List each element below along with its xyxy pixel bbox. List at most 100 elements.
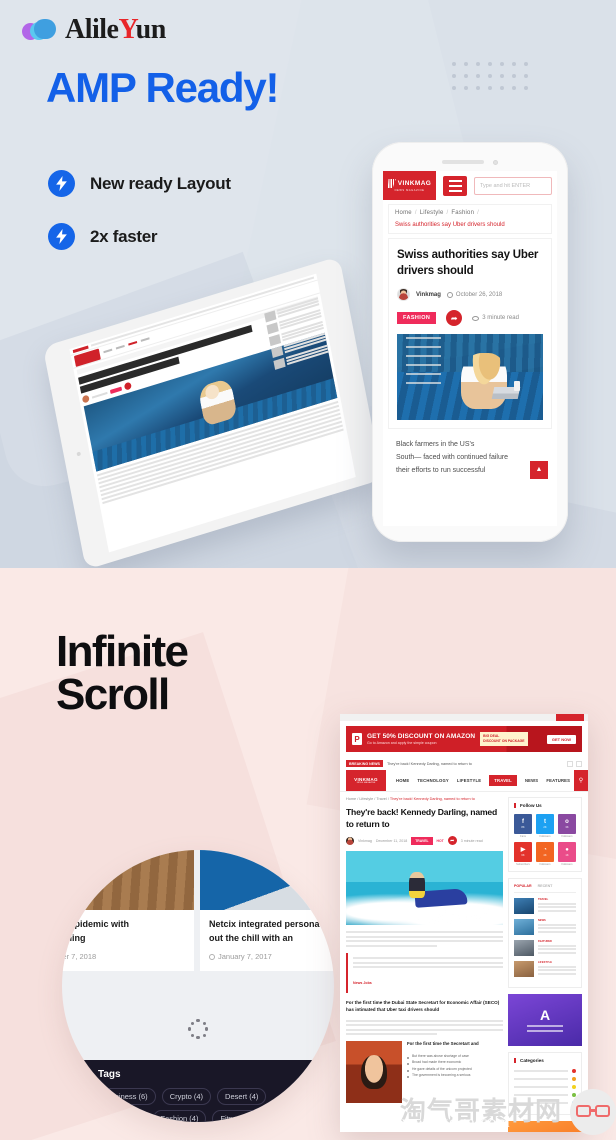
twitter-count: 2K: [543, 826, 547, 829]
article-meta: Vinkmag December 11, 2018 TRAVEL HOT ➦ 3…: [346, 836, 503, 846]
instagram-count: 3K: [565, 826, 569, 829]
rss-icon[interactable]: ◔ 4K: [536, 842, 554, 862]
promo-letter: A: [539, 1007, 551, 1023]
article-bullet-list: But there was above shortage of case Bro…: [407, 1053, 503, 1079]
youtube-icon[interactable]: ▶ 6K: [514, 842, 532, 862]
breadcrumb-item-home[interactable]: Home: [346, 797, 356, 801]
tablet-camera-icon: [76, 451, 82, 457]
tags-widget: Tags Business (6) Crypto (4) Desert (4) …: [62, 1060, 334, 1122]
breadcrumb-item-home[interactable]: Home: [395, 210, 412, 216]
tab-recent[interactable]: RECENT: [538, 884, 553, 888]
article-title: Swiss authorities say Uber drivers shoul…: [397, 249, 539, 277]
promo-banner[interactable]: A: [508, 994, 582, 1046]
share-icon[interactable]: ➦: [447, 836, 457, 846]
widget-title: Follow Us: [514, 803, 576, 808]
article-author[interactable]: Vinkmag: [358, 839, 372, 843]
card-title-line2: out the chill with an: [209, 932, 293, 943]
tag-chip[interactable]: Fitness (6): [212, 1110, 264, 1122]
breadcrumb-item-travel[interactable]: Travel: [376, 797, 386, 801]
card-title-line1: ng an epidemic with: [62, 919, 130, 929]
brand-logo[interactable]: AlileYun: [22, 14, 166, 46]
nav-item-news[interactable]: NEWS: [525, 778, 538, 783]
eye-icon: [472, 315, 480, 321]
article-meta: Vinkmag October 26, 2018: [397, 288, 543, 302]
hamburger-icon[interactable]: [443, 175, 467, 196]
social-cell[interactable]: o 3K Followers: [558, 814, 576, 838]
tags-heading: Tags: [98, 1069, 121, 1080]
site-logo[interactable]: VINKMAG NEWS MAGAZINE: [346, 770, 386, 791]
feature-label: New ready Layout: [90, 173, 231, 193]
main-column: Home / Lifestyle / Travel / They're back…: [346, 797, 503, 1132]
ad-headline: GET 50% DISCOUNT ON AMAZON: [367, 733, 476, 740]
vinkmag-bird-icon: [387, 179, 396, 188]
decorative-dot-grid: [452, 62, 528, 90]
site-logo[interactable]: VINKMAG NEWS MAGAZINE: [383, 171, 436, 200]
social-cell[interactable]: ● 1K Followers: [558, 842, 576, 866]
bullet-item: The government is becoming a serious: [407, 1072, 503, 1079]
social-cell[interactable]: t 2K Followers: [536, 814, 554, 838]
facebook-icon[interactable]: f 8K: [514, 814, 532, 834]
post-thumbnail: [514, 961, 534, 977]
avatar: [346, 836, 354, 845]
list-item[interactable]: Netcix integrated persona out the chill w…: [200, 850, 334, 971]
ad-cta-button[interactable]: GET NOW: [546, 734, 576, 744]
article-author[interactable]: Vinkmag: [416, 292, 441, 298]
list-item[interactable]: ng an epidemic with m coming mber 7, 2018: [62, 850, 194, 971]
social-cell[interactable]: ◔ 4K Followers: [536, 842, 554, 866]
rss-label: Followers: [539, 863, 551, 866]
category-row[interactable]: [514, 1077, 576, 1081]
youtube-glyph: ▶: [520, 847, 526, 853]
search-icon[interactable]: ⚲: [574, 770, 588, 791]
phone-article: Swiss authorities say Uber drivers shoul…: [388, 238, 552, 430]
nav-item-travel[interactable]: TRAVEL: [489, 775, 517, 786]
clock-icon: [209, 953, 215, 960]
article-subheading: For the first time the Secretart and: [407, 1041, 479, 1047]
list-item[interactable]: LIFESTYLE: [514, 961, 576, 977]
category-row[interactable]: [514, 1069, 576, 1073]
card-title-line1: Netcix integrated persona: [209, 919, 320, 929]
nav-item-home[interactable]: HOME: [396, 778, 409, 783]
nav-item-features[interactable]: FEATURES: [546, 778, 570, 783]
post-thumbnail: [514, 898, 534, 914]
read-time: 3 minute read: [472, 315, 519, 321]
search-input[interactable]: Type and hit ENTER: [474, 176, 552, 195]
social-cell[interactable]: f 8K Fans: [514, 814, 532, 838]
tag-chip[interactable]: Fashion (4): [152, 1110, 207, 1122]
share-icon[interactable]: ➦: [446, 310, 463, 327]
facebook-count: 8K: [521, 826, 525, 829]
breaking-news-arrows[interactable]: [567, 760, 582, 767]
card-title: Netcix integrated persona out the chill w…: [209, 918, 334, 945]
ad-badge: BIG DEAL DISCOUNT ON PACKAGE: [480, 731, 528, 747]
list-item[interactable]: NEWS: [514, 919, 576, 935]
category-badge[interactable]: FASHION: [397, 312, 437, 325]
twitter-icon[interactable]: t 2K: [536, 814, 554, 834]
phone-camera-icon: [493, 159, 498, 165]
dribbble-label: Followers: [561, 863, 573, 866]
breadcrumb-item-lifestyle[interactable]: Lifestyle: [359, 797, 373, 801]
tab-popular[interactable]: POPULAR: [514, 884, 532, 888]
article-hero-image: [346, 851, 503, 926]
tag-chip[interactable]: Drinks (4): [98, 1110, 147, 1122]
nav-item-lifestyle[interactable]: LIFESTYLE: [457, 778, 481, 783]
instagram-icon[interactable]: o 3K: [558, 814, 576, 834]
ad-banner[interactable]: P GET 50% DISCOUNT ON AMAZON Go to Amazo…: [346, 726, 582, 752]
list-item[interactable]: FEATURED: [514, 940, 576, 956]
headline-line-2: Scroll: [56, 670, 170, 720]
tag-chip[interactable]: Crypto (4): [161, 1088, 212, 1105]
nav-item-technology[interactable]: TECHNOLOGY: [417, 778, 449, 783]
tag-chip[interactable]: Business (6): [98, 1088, 156, 1105]
breadcrumb-item-lifestyle[interactable]: Lifestyle: [420, 210, 444, 216]
category-badge[interactable]: TRAVEL: [411, 836, 433, 845]
breaking-news-text[interactable]: They're back! Kennedy Darling, named to …: [387, 762, 472, 766]
dribbble-icon[interactable]: ● 1K: [558, 842, 576, 862]
widget-tabs: POPULAR RECENT: [514, 884, 576, 893]
dribbble-glyph: ●: [565, 847, 569, 853]
facebook-label: Fans: [520, 835, 526, 838]
chevron-up-icon[interactable]: ▲: [530, 460, 548, 479]
list-item[interactable]: TRAVEL: [514, 898, 576, 914]
social-cell[interactable]: ▶ 6K Subscribers: [514, 842, 532, 866]
breadcrumb-item-fashion[interactable]: Fashion: [451, 210, 474, 216]
bolt-icon: [48, 223, 75, 250]
phone-speaker-icon: [442, 160, 484, 164]
tag-chip[interactable]: Desert (4): [217, 1088, 267, 1105]
